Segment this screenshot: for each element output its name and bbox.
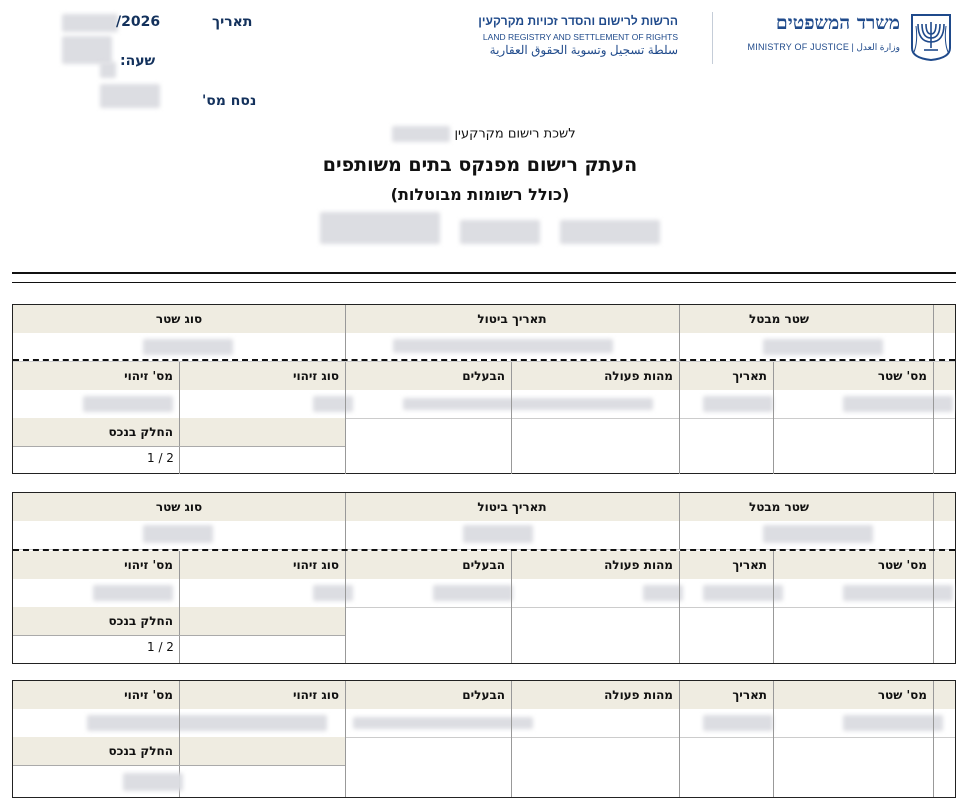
col-id-type: סוג זיהוי bbox=[292, 369, 339, 383]
ministry-name-en: MINISTRY OF JUSTICE bbox=[747, 42, 850, 52]
office-line-row: לשכת רישום מקרקעין bbox=[0, 126, 960, 142]
cancel-header-row: שטר מבטל תאריך ביטול סוג שטר bbox=[13, 493, 955, 521]
col-id-type: סוג זיהוי bbox=[292, 688, 339, 702]
date-label: תאריך bbox=[212, 14, 253, 30]
col-cancel-date: תאריך ביטול bbox=[477, 312, 547, 326]
cancel-value-row bbox=[13, 333, 955, 362]
record-value-row bbox=[13, 709, 955, 738]
col-deed-no: מס' שטר bbox=[877, 558, 927, 572]
date-value: /2026 bbox=[116, 14, 161, 30]
ministry-name-en-ar: وزارة العدل | MINISTRY OF JUSTICE bbox=[748, 42, 900, 53]
col-deed-no: מס' שטר bbox=[877, 688, 927, 702]
cancel-value-row bbox=[13, 521, 955, 550]
cancel-header-row: שטר מבטל תאריך ביטול סוג שטר bbox=[13, 305, 955, 333]
record-header-row: מס' שטר תאריך מהות פעולה הבעלים סוג זיהו… bbox=[13, 681, 955, 709]
col-owners: הבעלים bbox=[462, 369, 505, 383]
col-owners: הבעלים bbox=[462, 688, 505, 702]
record-block-3: מס' שטר תאריך מהות פעולה הבעלים סוג זיהו… bbox=[12, 680, 956, 798]
version-redacted bbox=[100, 84, 160, 108]
record-value-row bbox=[13, 579, 955, 608]
share-header-row: החלק בנכס bbox=[13, 737, 955, 797]
share-redacted bbox=[123, 773, 183, 791]
col-share: החלק בנכס bbox=[13, 737, 179, 765]
record-header-row: מס' שטר תאריך מהות פעולה הבעלים סוג זיהו… bbox=[13, 362, 955, 390]
time-redacted-1 bbox=[62, 36, 112, 64]
time-label: שעה: bbox=[120, 53, 156, 69]
col-date: תאריך bbox=[732, 558, 767, 572]
share-header-row: החלק בנכס bbox=[13, 418, 955, 474]
agency-name-he: הרשות לרישום והסדר זכויות מקרקעין bbox=[478, 14, 678, 28]
col-action: מהות פעולה bbox=[604, 558, 673, 572]
date-redacted bbox=[62, 14, 118, 32]
ministry-name-he: משרד המשפטים bbox=[775, 12, 900, 34]
time-redacted-2 bbox=[100, 62, 116, 78]
title-divider bbox=[12, 272, 956, 274]
col-owners: הבעלים bbox=[462, 558, 505, 572]
share-value: 1 / 2 bbox=[147, 640, 174, 654]
ministry-logo bbox=[908, 12, 954, 62]
ministry-name-ar: وزارة العدل bbox=[856, 42, 900, 52]
col-cancelled-deed: שטר מבטל bbox=[748, 312, 810, 326]
office-redacted bbox=[392, 126, 451, 142]
parcel-redacted-3 bbox=[320, 212, 440, 244]
share-header-row: החלק בנכס bbox=[13, 607, 955, 663]
parcel-redacted-2 bbox=[460, 220, 540, 244]
record-block-1: שטר מבטל תאריך ביטול סוג שטר מס' שטר תאר… bbox=[12, 304, 956, 474]
col-cancelled-deed: שטר מבטל bbox=[748, 500, 810, 514]
col-deed-no: מס' שטר bbox=[877, 369, 927, 383]
header-divider bbox=[712, 12, 713, 64]
record-value-row bbox=[13, 390, 955, 419]
parcel-redacted-1 bbox=[560, 220, 660, 244]
col-id-no: מס' זיהוי bbox=[124, 688, 173, 702]
document-subtitle: (כולל רשומות מבוטלות) bbox=[390, 185, 570, 204]
office-line: לשכת רישום מקרקעין bbox=[454, 126, 576, 142]
title-divider-thin bbox=[12, 282, 956, 283]
col-id-no: מס' זיהוי bbox=[124, 558, 173, 572]
col-share: החלק בנכס bbox=[13, 418, 179, 446]
dashed-separator bbox=[13, 359, 955, 361]
record-block-2: שטר מבטל תאריך ביטול סוג שטר מס' שטר תאר… bbox=[12, 492, 956, 664]
col-id-type: סוג זיהוי bbox=[292, 558, 339, 572]
menorah-emblem-icon bbox=[911, 14, 951, 62]
version-label: נסח מס' bbox=[202, 93, 257, 109]
agency-name-en: LAND REGISTRY AND SETTLEMENT OF RIGHTS bbox=[482, 32, 678, 42]
col-deed-type: סוג שטר bbox=[155, 500, 203, 514]
col-action: מהות פעולה bbox=[604, 369, 673, 383]
share-value: 1 / 2 bbox=[147, 451, 174, 465]
col-action: מהות פעולה bbox=[604, 688, 673, 702]
col-id-no: מס' זיהוי bbox=[124, 369, 173, 383]
col-share: החלק בנכס bbox=[13, 607, 179, 635]
col-date: תאריך bbox=[732, 369, 767, 383]
col-date: תאריך bbox=[732, 688, 767, 702]
document-title: העתק רישום מפנקס בתים משותפים bbox=[322, 154, 638, 176]
col-deed-type: סוג שטר bbox=[155, 312, 203, 326]
agency-name-ar: سلطة تسجيل وتسوية الحقوق العقارية bbox=[489, 43, 678, 57]
logo-divider: | bbox=[849, 42, 854, 52]
record-header-row: מס' שטר תאריך מהות פעולה הבעלים סוג זיהו… bbox=[13, 551, 955, 579]
col-cancel-date: תאריך ביטול bbox=[477, 500, 547, 514]
